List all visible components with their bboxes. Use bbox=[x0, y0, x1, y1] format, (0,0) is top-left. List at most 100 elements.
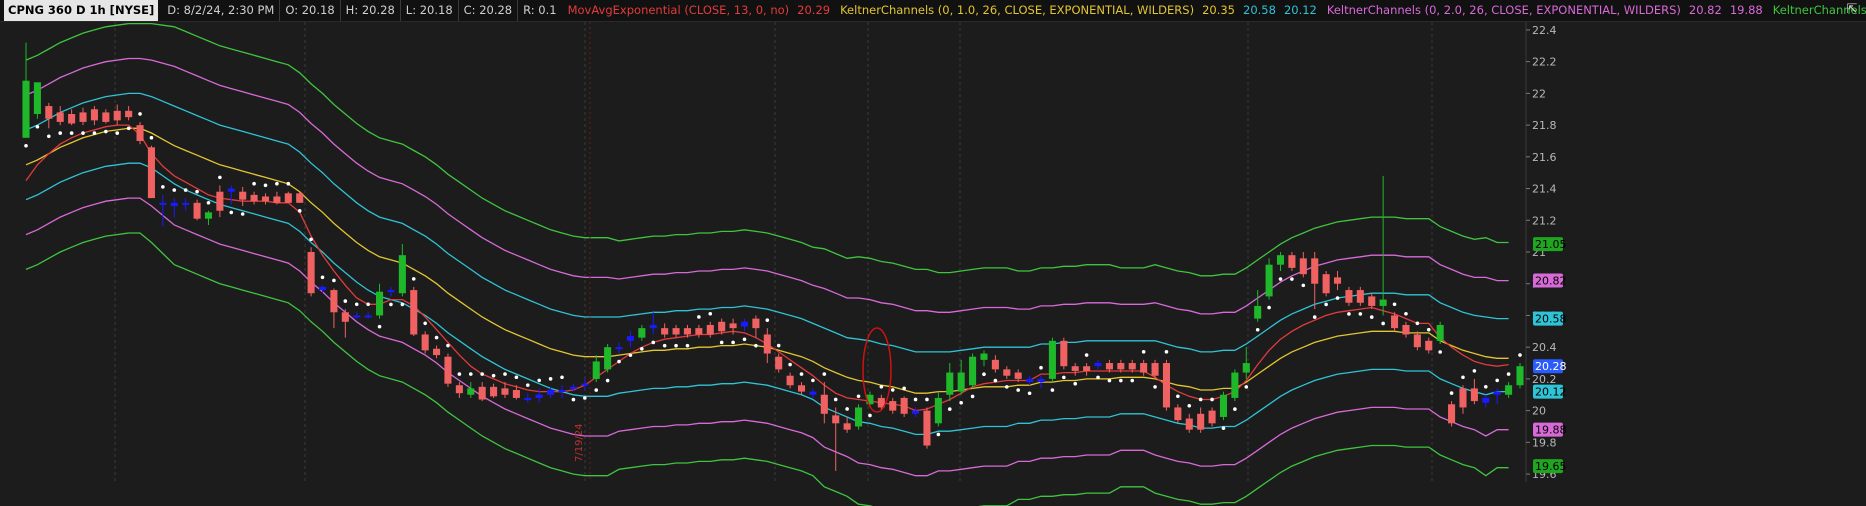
candle-body[interactable] bbox=[193, 202, 201, 219]
candle-body[interactable] bbox=[1299, 258, 1307, 275]
expand-icon[interactable]: ⇱ bbox=[1844, 2, 1860, 18]
candle-body[interactable] bbox=[1459, 388, 1467, 408]
candle-body[interactable] bbox=[649, 324, 657, 329]
candle-body[interactable] bbox=[433, 348, 441, 356]
candle-body[interactable] bbox=[1322, 274, 1330, 294]
candle-body[interactable] bbox=[1311, 258, 1319, 284]
study-label[interactable]: KeltnerChannels (0, 1.0, 26, CLOSE, EXPO… bbox=[834, 0, 1198, 21]
candle-body[interactable] bbox=[410, 290, 418, 335]
candle-body[interactable] bbox=[1470, 388, 1478, 402]
candle-body[interactable] bbox=[147, 147, 155, 199]
candle-body[interactable] bbox=[1162, 363, 1170, 408]
candle-body[interactable] bbox=[661, 328, 669, 335]
candle-body[interactable] bbox=[376, 291, 384, 316]
candle-body[interactable] bbox=[216, 191, 224, 211]
candle-body[interactable] bbox=[1083, 366, 1091, 371]
candle-body[interactable] bbox=[125, 110, 133, 118]
candle-body[interactable] bbox=[239, 191, 247, 200]
candle-body[interactable] bbox=[706, 324, 714, 335]
candle-body[interactable] bbox=[227, 188, 235, 192]
candle-body[interactable] bbox=[1493, 391, 1501, 395]
candle-body[interactable] bbox=[729, 323, 737, 329]
candle-body[interactable] bbox=[341, 312, 349, 322]
candle-body[interactable] bbox=[854, 407, 863, 427]
candle-body[interactable] bbox=[318, 286, 327, 291]
candle-body[interactable] bbox=[604, 347, 612, 370]
candle-body[interactable] bbox=[1208, 410, 1216, 424]
candle-body[interactable] bbox=[444, 356, 452, 384]
candle-body[interactable] bbox=[1265, 264, 1273, 297]
candle-body[interactable] bbox=[547, 390, 555, 395]
candle-body[interactable] bbox=[946, 372, 954, 395]
candle-body[interactable] bbox=[1402, 324, 1410, 335]
candle-body[interactable] bbox=[467, 388, 475, 395]
candle-body[interactable] bbox=[820, 394, 828, 414]
candle-body[interactable] bbox=[558, 390, 566, 392]
candle-body[interactable] bbox=[615, 347, 623, 350]
candle-body[interactable] bbox=[626, 336, 634, 341]
candle-body[interactable] bbox=[170, 202, 178, 206]
candle-body[interactable] bbox=[1071, 366, 1079, 371]
candle-body[interactable] bbox=[56, 112, 64, 122]
candle-body[interactable] bbox=[512, 390, 520, 398]
candle-body[interactable] bbox=[980, 353, 988, 360]
candle-body[interactable] bbox=[136, 125, 144, 141]
candle-body[interactable] bbox=[1128, 363, 1136, 370]
candle-body[interactable] bbox=[159, 202, 167, 205]
candle-body[interactable] bbox=[455, 385, 463, 394]
candle-body[interactable] bbox=[809, 391, 817, 395]
candle-body[interactable] bbox=[1117, 363, 1125, 370]
candle-body[interactable] bbox=[923, 410, 931, 446]
candle-body[interactable] bbox=[296, 193, 304, 203]
candle-body[interactable] bbox=[991, 359, 999, 370]
candle-body[interactable] bbox=[102, 112, 110, 122]
candle-body[interactable] bbox=[1425, 340, 1433, 351]
candle-body[interactable] bbox=[1242, 363, 1250, 373]
candle-body[interactable] bbox=[1197, 413, 1205, 430]
candle-body[interactable] bbox=[581, 383, 589, 386]
candle-body[interactable] bbox=[90, 109, 98, 121]
candle-body[interactable] bbox=[364, 315, 372, 318]
candle-body[interactable] bbox=[1391, 315, 1399, 329]
price-chart[interactable]: 22.422.22221.821.621.421.22120.820.620.4… bbox=[0, 22, 1866, 506]
candle-body[interactable] bbox=[889, 401, 897, 411]
candle-body[interactable] bbox=[786, 375, 794, 386]
candle-body[interactable] bbox=[273, 196, 281, 203]
study-label[interactable]: KeltnerChannels (0, 2.0, 26, CLOSE, EXPO… bbox=[1321, 0, 1685, 21]
candle-body[interactable] bbox=[695, 328, 703, 335]
candle-body[interactable] bbox=[250, 194, 258, 202]
candle-body[interactable] bbox=[261, 196, 270, 202]
candle-body[interactable] bbox=[832, 415, 840, 424]
candle-body[interactable] bbox=[934, 397, 942, 424]
candle-body[interactable] bbox=[182, 202, 190, 205]
candle-body[interactable] bbox=[1505, 385, 1513, 395]
candle-body[interactable] bbox=[1254, 305, 1262, 319]
candle-body[interactable] bbox=[1151, 363, 1159, 376]
candle-body[interactable] bbox=[1356, 290, 1364, 303]
candle-body[interactable] bbox=[1345, 290, 1353, 303]
candle-body[interactable] bbox=[672, 328, 680, 335]
candle-body[interactable] bbox=[22, 80, 30, 138]
candle-body[interactable] bbox=[1048, 340, 1056, 379]
candle-body[interactable] bbox=[1037, 378, 1045, 383]
candle-body[interactable] bbox=[1516, 366, 1524, 386]
candle-body[interactable] bbox=[1105, 363, 1113, 370]
candle-body[interactable] bbox=[204, 212, 213, 219]
candle-body[interactable] bbox=[1436, 324, 1444, 341]
candle-body[interactable] bbox=[330, 290, 338, 313]
candle-body[interactable] bbox=[1448, 404, 1456, 424]
candle-body[interactable] bbox=[1140, 363, 1148, 373]
candle-body[interactable] bbox=[398, 255, 406, 294]
candle-body[interactable] bbox=[387, 290, 395, 293]
candle-body[interactable] bbox=[1413, 334, 1421, 348]
candle-body[interactable] bbox=[524, 397, 532, 400]
candle-body[interactable] bbox=[113, 110, 121, 121]
candle-body[interactable] bbox=[307, 252, 315, 294]
candle-body[interactable] bbox=[1060, 340, 1068, 367]
candle-body[interactable] bbox=[1276, 255, 1285, 265]
candle-body[interactable] bbox=[900, 397, 908, 414]
candle-body[interactable] bbox=[752, 318, 760, 329]
candle-body[interactable] bbox=[1231, 372, 1239, 398]
candle-body[interactable] bbox=[775, 356, 783, 370]
candle-body[interactable] bbox=[68, 114, 76, 124]
